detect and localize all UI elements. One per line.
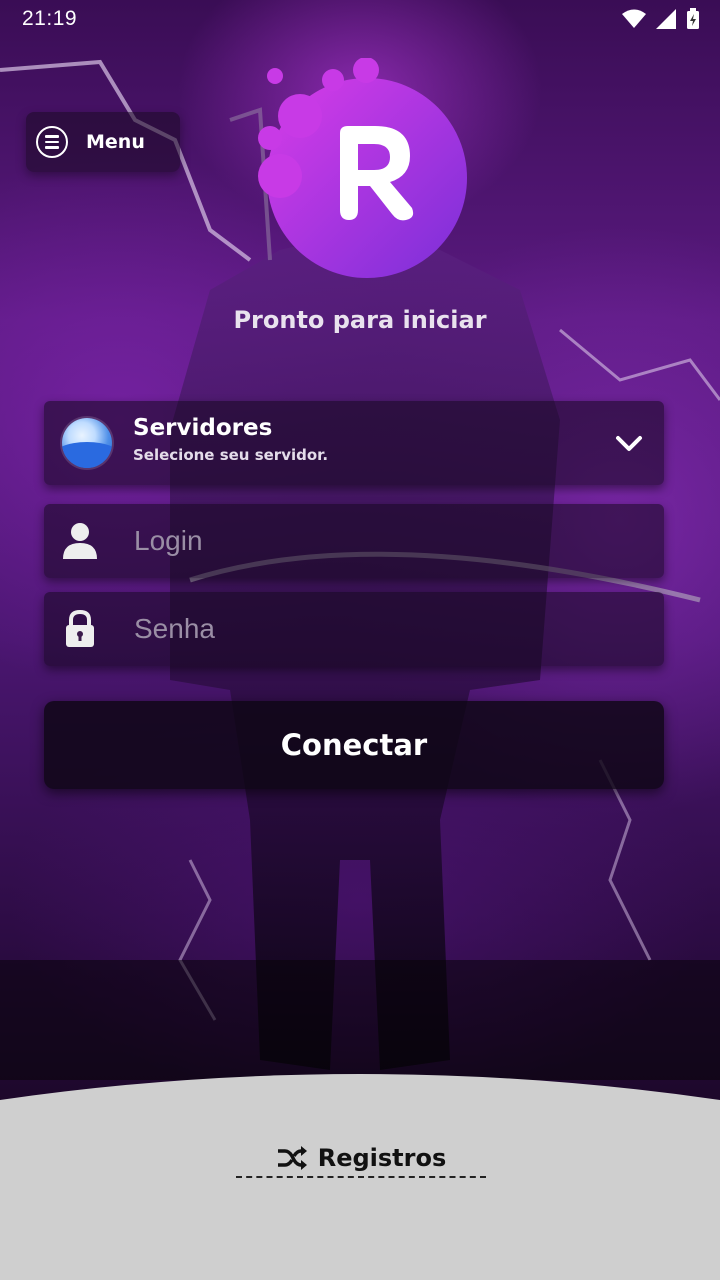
status-icons [622, 8, 700, 30]
wifi-icon [622, 9, 646, 28]
battery-icon [687, 8, 699, 29]
connection-status: Pronto para iniciar [233, 306, 487, 334]
server-title: Servidores [133, 415, 273, 441]
signal-icon [656, 9, 676, 29]
menu-button[interactable]: Menu [26, 112, 180, 172]
server-selector[interactable]: Servidores Selecione seu servidor. [44, 401, 664, 485]
logs-underline [236, 1176, 486, 1178]
login-input[interactable] [134, 504, 634, 578]
app-logo [258, 58, 467, 278]
user-icon [63, 523, 97, 559]
logs-label: Registros [317, 1144, 447, 1172]
lock-icon [66, 609, 94, 647]
chevron-down-icon [616, 436, 642, 451]
status-time: 21:19 [22, 7, 78, 30]
menu-label: Menu [86, 131, 145, 153]
shuffle-icon [277, 1146, 307, 1170]
server-subtitle: Selecione seu servidor. [133, 446, 329, 464]
login-field-container [44, 504, 664, 578]
password-input[interactable] [134, 592, 634, 666]
password-field-container [44, 592, 664, 666]
logs-button[interactable]: Registros [236, 1136, 486, 1180]
menu-icon [36, 126, 68, 158]
globe-icon [62, 418, 112, 468]
status-bar: 21:19 [0, 0, 720, 40]
connect-button[interactable]: Conectar [44, 701, 664, 789]
